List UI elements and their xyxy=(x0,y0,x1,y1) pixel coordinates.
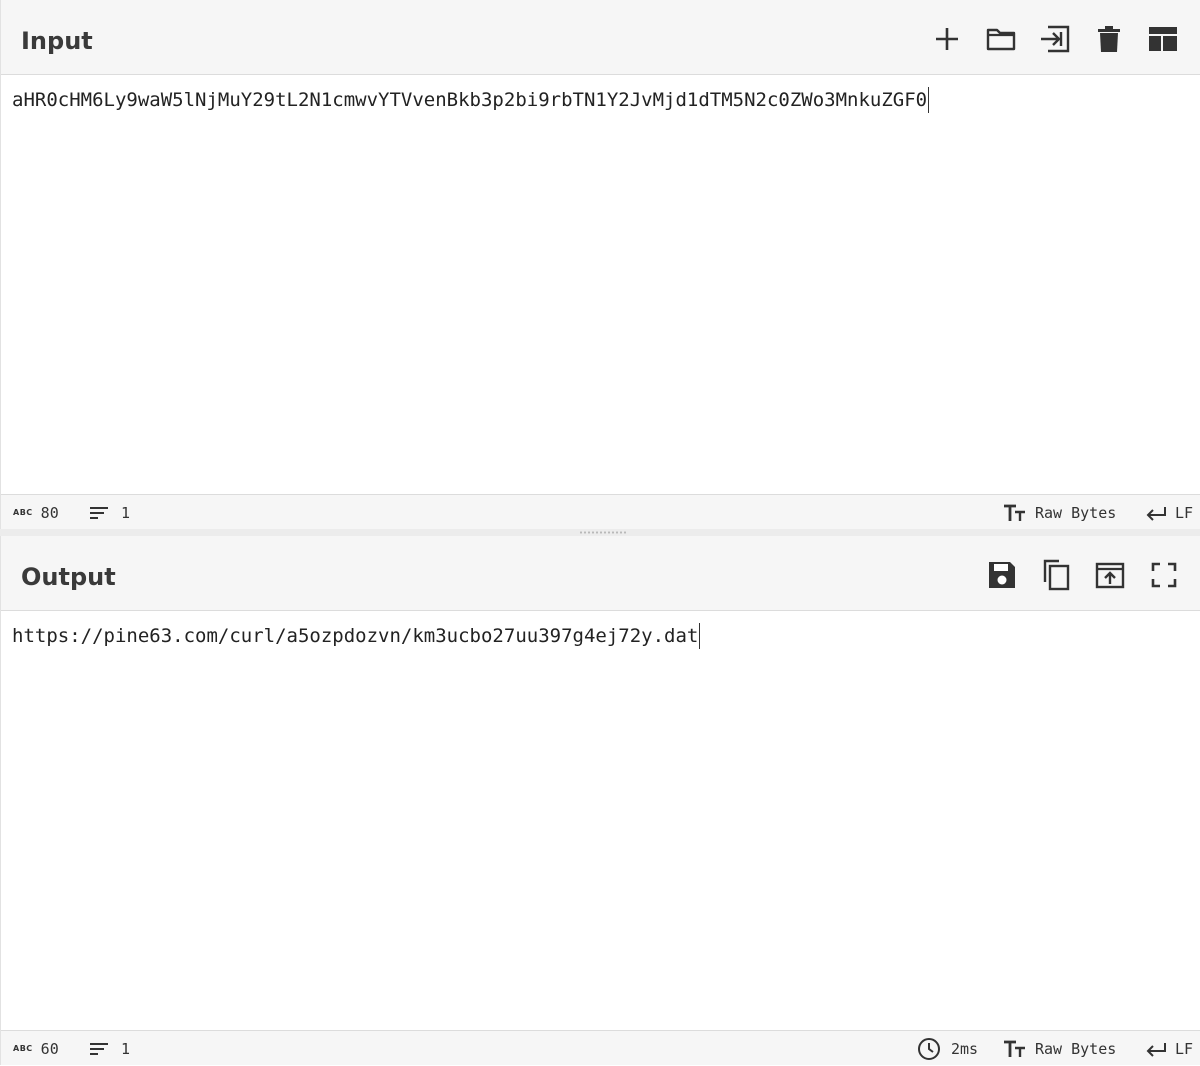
insert-icon xyxy=(1041,25,1070,53)
input-toolbar xyxy=(929,20,1181,58)
input-title: Input xyxy=(21,27,93,55)
fullscreen-icon xyxy=(1151,562,1177,588)
input-header: Input xyxy=(1,0,1200,75)
clear-input-button[interactable] xyxy=(1091,21,1127,57)
plus-icon xyxy=(936,28,958,50)
trash-icon xyxy=(1098,26,1120,52)
return-icon xyxy=(1146,1042,1166,1057)
clock-icon xyxy=(918,1037,940,1060)
output-pane: Output https://pine63.com/curl/a5ozpdozv… xyxy=(0,536,1200,1065)
output-length: 60 xyxy=(40,1039,59,1058)
replace-input-button[interactable] xyxy=(1092,557,1128,593)
return-icon xyxy=(1146,506,1166,521)
copy-icon xyxy=(1043,559,1070,591)
output-time: 2ms xyxy=(951,1039,979,1058)
lines-icon xyxy=(90,506,108,519)
output-caret xyxy=(699,623,701,649)
input-eol: LF xyxy=(1175,503,1194,522)
output-time-stat: 2ms xyxy=(917,1031,978,1066)
output-eol-stat[interactable]: LF xyxy=(1145,1031,1193,1066)
input-lines-stat: 1 xyxy=(89,495,130,530)
output-statusbar: ABC 60 1 2ms Raw Bytes LF xyxy=(1,1030,1200,1065)
save-output-button[interactable] xyxy=(984,557,1020,593)
input-length: 80 xyxy=(40,503,59,522)
output-toolbar xyxy=(984,556,1182,594)
replace-input-icon xyxy=(1095,562,1125,589)
output-lines-stat: 1 xyxy=(89,1031,130,1066)
input-statusbar: ABC 80 1 Raw Bytes LF xyxy=(1,494,1200,529)
input-pane: Input aHR0cHM6Ly9waW5lNjMuY29tL2N1cmwvYT… xyxy=(0,0,1200,529)
input-lines: 1 xyxy=(121,503,131,522)
pane-resizer[interactable] xyxy=(0,529,1200,536)
input-caret xyxy=(928,87,930,113)
output-textarea[interactable]: https://pine63.com/curl/a5ozpdozvn/km3uc… xyxy=(1,612,1200,1030)
output-encoding-stat[interactable]: Raw Bytes xyxy=(1003,1031,1116,1066)
input-text: aHR0cHM6Ly9waW5lNjMuY29tL2N1cmwvYTVvenBk… xyxy=(12,89,928,111)
lines-icon xyxy=(90,1042,108,1055)
folder-icon xyxy=(986,28,1016,51)
input-textarea[interactable]: aHR0cHM6Ly9waW5lNjMuY29tL2N1cmwvYTVvenBk… xyxy=(1,76,1200,494)
output-eol: LF xyxy=(1175,1039,1194,1058)
save-icon xyxy=(989,562,1015,588)
input-encoding: Raw Bytes xyxy=(1035,503,1117,522)
add-tab-button[interactable] xyxy=(929,21,965,57)
output-header: Output xyxy=(1,536,1200,611)
open-file-button[interactable] xyxy=(983,21,1019,57)
maximise-output-button[interactable] xyxy=(1146,557,1182,593)
input-eol-stat[interactable]: LF xyxy=(1145,495,1193,530)
abc-icon: ABC xyxy=(13,1044,33,1053)
resize-grip[interactable] xyxy=(579,531,627,534)
output-text: https://pine63.com/curl/a5ozpdozvn/km3uc… xyxy=(12,625,699,647)
output-encoding: Raw Bytes xyxy=(1035,1039,1117,1058)
text-size-icon xyxy=(1004,1040,1025,1057)
layout-icon xyxy=(1149,27,1177,51)
output-title: Output xyxy=(21,563,116,591)
output-length-stat: ABC 60 xyxy=(13,1031,59,1066)
input-encoding-stat[interactable]: Raw Bytes xyxy=(1003,495,1116,530)
abc-icon: ABC xyxy=(13,508,33,517)
reset-layout-button[interactable] xyxy=(1145,21,1181,57)
open-folder-button[interactable] xyxy=(1037,21,1073,57)
copy-output-button[interactable] xyxy=(1038,557,1074,593)
input-length-stat: ABC 80 xyxy=(13,495,59,530)
text-size-icon xyxy=(1004,504,1025,521)
output-lines: 1 xyxy=(121,1039,131,1058)
